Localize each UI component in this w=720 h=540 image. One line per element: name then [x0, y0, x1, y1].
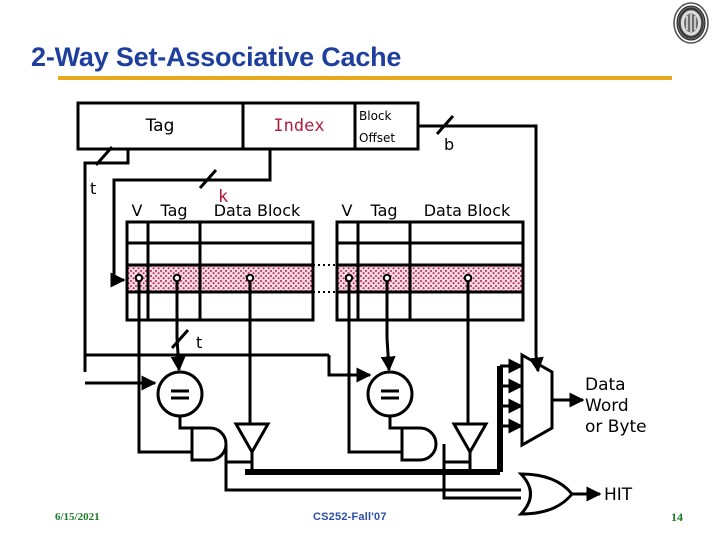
output-multiplexer: [500, 352, 585, 448]
slide-root: 2-Way Set-Associative Cache Tag Index Bl…: [0, 0, 720, 540]
cache-way-1-selected-row: [337, 265, 523, 292]
cache-way-0-col-v: V: [132, 201, 143, 220]
comparator-way-1: [366, 337, 414, 418]
tag-compare-bus: [85, 329, 372, 391]
cache-diagram: Tag Index Block Offset b t k V Tag Data …: [76, 101, 647, 516]
footer-date: 6/15/2021: [55, 511, 100, 523]
data-output-label-line2: Word: [585, 396, 629, 416]
footer-course: CS252-Fall'07: [313, 511, 387, 523]
data-output-label-line3: or Byte: [585, 417, 647, 437]
address-field-block-offset-line1: Block: [359, 109, 392, 123]
cache-way-0-col-data-block: Data Block: [214, 201, 301, 220]
address-field-block-offset-line2: Offset: [359, 131, 395, 145]
cache-way-0: [125, 220, 315, 322]
cache-way-1: [335, 220, 525, 322]
tristate-buffer-way-0: [224, 360, 271, 472]
cache-way-1-col-data-block: Data Block: [424, 201, 511, 220]
cache-way-0-col-tag: Tag: [159, 201, 187, 220]
cache-way-1-col-tag: Tag: [369, 201, 397, 220]
array-continuation-dots: [313, 264, 337, 293]
cache-way-1-col-v: V: [342, 201, 353, 220]
bit-width-label-t-tag: t: [90, 179, 96, 198]
hit-output-label: HIT: [604, 485, 633, 505]
tag-compare-width-label-t: t: [196, 333, 202, 352]
footer-page-number: 14: [671, 510, 683, 524]
tristate-buffer-way-1: [442, 360, 489, 472]
address-field-tag-label: Tag: [145, 116, 175, 136]
data-output-label-line1: Data: [585, 375, 626, 395]
address-field-index-label: Index: [273, 116, 324, 136]
cache-way-0-selected-row: [127, 265, 313, 292]
bit-width-label-b: b: [444, 135, 454, 154]
